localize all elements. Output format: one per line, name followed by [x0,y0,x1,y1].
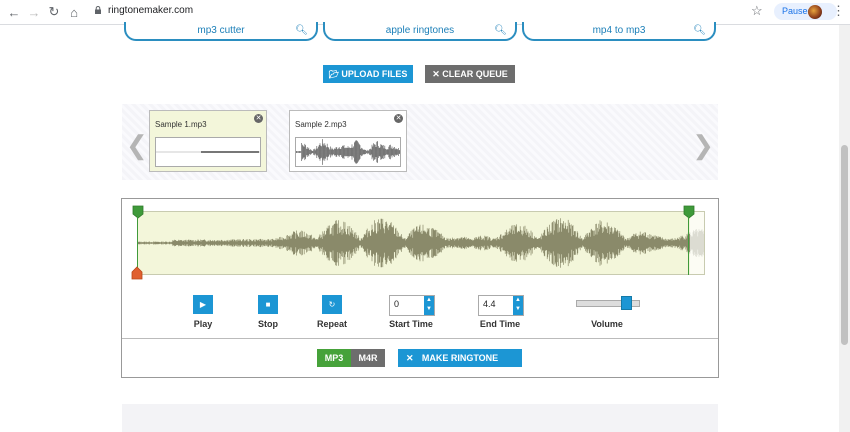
file-card-sample-2[interactable]: Sample 2.mp3 ✕ [289,110,407,172]
reload-icon[interactable]: ↻ [44,2,64,22]
scrollbar-thumb[interactable] [841,145,848,345]
end-time-stepper[interactable]: 4.4 ▲ ▼ [478,295,524,316]
stepper-arrows-icon[interactable]: ▲ ▼ [424,296,434,315]
search-pill-label: mp4 to mp3 [592,25,646,36]
remove-file-icon[interactable]: ✕ [394,114,403,123]
file-carousel: ❮ ❯ Sample 1.mp3 ✕ Sample 2.mp3 ✕ [122,104,718,180]
menu-icon[interactable]: ⋮ [832,3,845,19]
play-button[interactable]: ▶ [193,295,213,314]
waveform-icon [295,139,401,165]
volume-label: Volume [591,319,623,329]
search-icon: 🔍︎ [494,25,507,36]
chevron-right-icon[interactable]: ❯ [692,130,714,161]
search-pill-apple-ringtones[interactable]: apple ringtones 🔍︎ [323,22,517,41]
format-m4r-button[interactable]: M4R [351,349,385,367]
end-marker-line [688,217,689,275]
upload-files-button[interactable]: 📂︎ UPLOAD FILES [323,65,413,83]
close-icon: ✕ [432,69,440,79]
search-pill-mp4-to-mp3[interactable]: mp4 to mp3 🔍︎ [522,22,716,41]
playhead-marker[interactable] [131,266,143,280]
stop-button[interactable]: ■ [258,295,278,314]
stop-label: Stop [258,319,278,329]
stop-icon: ■ [265,300,271,309]
remove-file-icon[interactable]: ✕ [254,114,263,123]
format-mp3-button[interactable]: MP3 [317,349,351,367]
upload-files-label: UPLOAD FILES [341,69,408,79]
ringtone-editor: ▶ Play ■ Stop ↻ Repeat 0 ▲ ▼ Start Time 4… [121,198,719,378]
scrollbar[interactable] [839,25,850,432]
search-pill-label: apple ringtones [385,25,455,36]
folder-icon: 📂︎ [328,70,339,79]
end-time-label: End Time [479,319,521,329]
clear-queue-label: CLEAR QUEUE [442,69,508,79]
start-time-value: 0 [394,299,400,309]
repeat-icon: ↻ [328,300,336,309]
waveform [137,212,705,274]
file-waveform-thumbnail [155,137,261,167]
clear-queue-button[interactable]: ✕ CLEAR QUEUE [425,65,515,83]
star-icon[interactable]: ☆ [751,3,763,19]
address-bar[interactable]: ringtonemaker.com [88,3,768,21]
end-time-value: 4.4 [483,299,496,309]
file-waveform-thumbnail [295,137,401,167]
stepper-arrows-icon[interactable]: ▲ ▼ [513,296,523,315]
repeat-label: Repeat [316,319,347,329]
make-ringtone-label: MAKE RINGTONE [421,353,499,363]
home-icon[interactable]: ⌂ [64,2,84,22]
chevron-left-icon[interactable]: ❮ [126,130,148,161]
start-marker-handle[interactable] [132,205,144,219]
waveform-display[interactable] [137,211,705,275]
repeat-button[interactable]: ↻ [322,295,342,314]
file-name: Sample 1.mp3 [155,120,207,129]
back-icon[interactable]: ← [4,2,24,22]
search-pill-mp3-cutter[interactable]: mp3 cutter 🔍︎ [124,22,318,41]
end-marker-handle[interactable] [683,205,695,219]
divider [122,338,718,339]
url-text: ringtonemaker.com [108,5,194,16]
make-ringtone-button[interactable]: ✕ MAKE RINGTONE [398,349,522,367]
paused-badge[interactable]: Paused [774,3,837,20]
file-card-sample-1[interactable]: Sample 1.mp3 ✕ [149,110,267,172]
avatar[interactable] [808,5,822,19]
close-icon: ✕ [406,353,414,363]
search-icon: 🔍︎ [693,25,706,36]
volume-slider-knob[interactable] [621,296,633,310]
play-label: Play [193,319,213,329]
start-time-label: Start Time [389,319,433,329]
search-pill-label: mp3 cutter [197,25,245,36]
lock-icon [95,6,101,14]
start-time-stepper[interactable]: 0 ▲ ▼ [389,295,435,316]
play-icon: ▶ [199,300,207,309]
forward-icon[interactable]: → [24,2,44,22]
file-name: Sample 2.mp3 [295,120,347,129]
search-icon: 🔍︎ [295,25,308,36]
waveform-icon [156,151,260,153]
bottom-panel [122,404,718,432]
